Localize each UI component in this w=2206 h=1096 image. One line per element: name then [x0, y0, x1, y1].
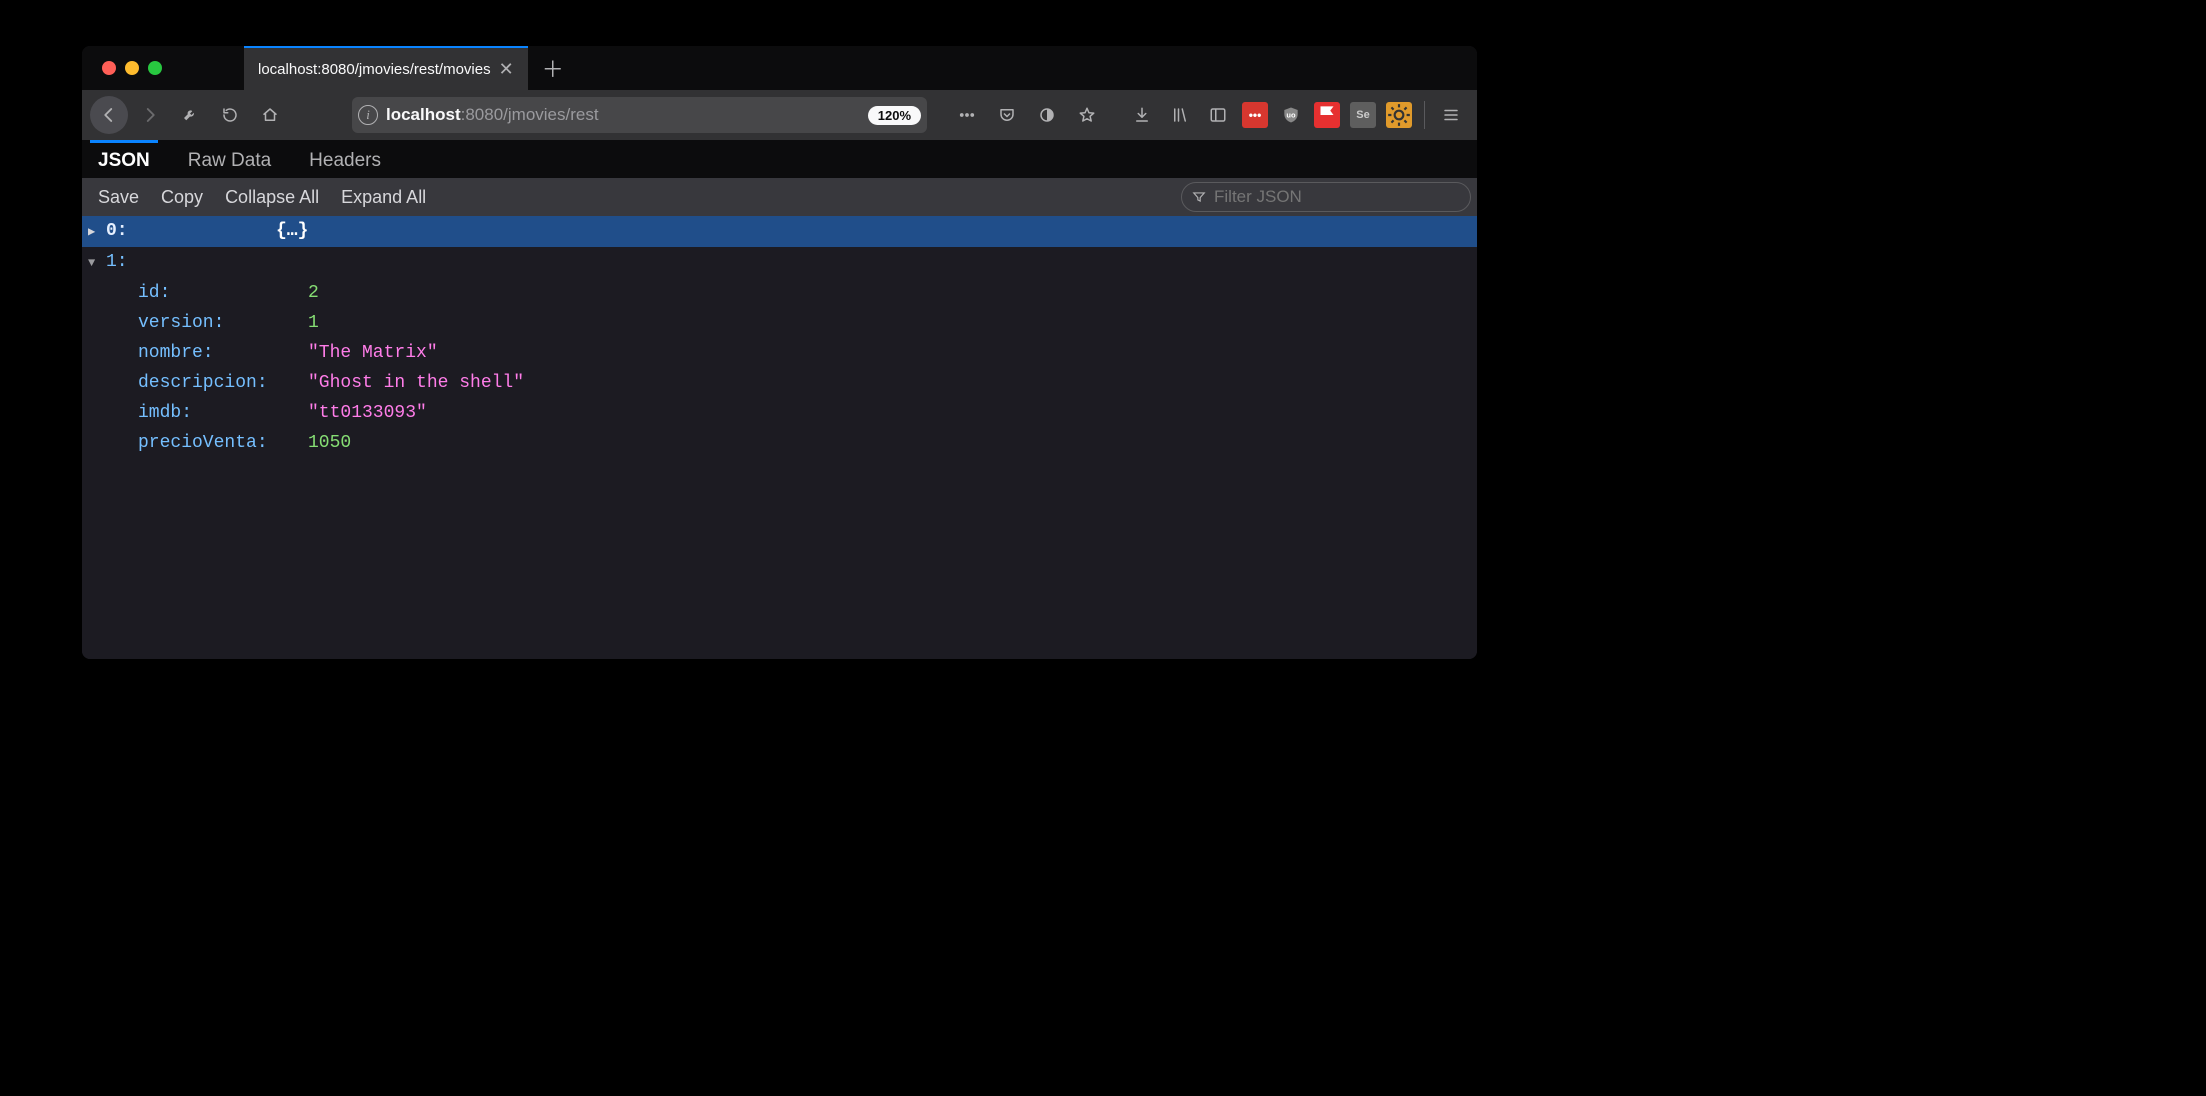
tree-row-prop[interactable]: id: 2: [82, 278, 1477, 308]
dev-button[interactable]: [172, 97, 208, 133]
menu-button[interactable]: [1433, 97, 1469, 133]
tab-json[interactable]: JSON: [90, 140, 158, 178]
window-controls: [82, 61, 182, 75]
expand-all-button[interactable]: Expand All: [331, 181, 436, 214]
new-tab-button[interactable]: ＋: [536, 51, 570, 85]
url-path: :8080/jmovies/rest: [461, 105, 599, 124]
tree-row-prop[interactable]: version: 1: [82, 308, 1477, 338]
tabstrip: localhost:8080/jmovies/rest/movies ✕ ＋: [82, 46, 1477, 90]
tree-row-prop[interactable]: descripcion: "Ghost in the shell": [82, 368, 1477, 398]
arrow-right-icon: [141, 106, 159, 124]
extension-selenium[interactable]: Se: [1350, 102, 1376, 128]
extension-ublock[interactable]: uo: [1278, 102, 1304, 128]
zoom-window-button[interactable]: [148, 61, 162, 75]
json-key: id:: [138, 278, 308, 308]
json-tree: ▶ 0: {…} ▼ 1: id: 2 version: 1 nombre: "…: [82, 216, 1477, 659]
back-button[interactable]: [90, 96, 128, 134]
forward-button[interactable]: [132, 97, 168, 133]
wrench-icon: [181, 106, 199, 124]
library-icon: [1171, 106, 1189, 124]
filter-json-box[interactable]: [1181, 182, 1471, 212]
page-actions-button[interactable]: [949, 97, 985, 133]
json-value-number: 2: [308, 278, 319, 308]
download-icon: [1133, 106, 1151, 124]
json-actionbar: Save Copy Collapse All Expand All: [82, 178, 1477, 216]
funnel-icon: [1192, 190, 1206, 204]
arrow-left-icon: [100, 106, 118, 124]
json-key: descripcion:: [138, 368, 308, 398]
json-value-number: 1: [308, 308, 319, 338]
close-window-button[interactable]: [102, 61, 116, 75]
svg-text:uo: uo: [1286, 111, 1296, 120]
shield-icon: uo: [1281, 104, 1301, 126]
circle-half-icon: [1038, 106, 1056, 124]
library-button[interactable]: [1162, 97, 1198, 133]
filter-json-input[interactable]: [1214, 187, 1456, 207]
json-value-string: "The Matrix": [308, 338, 438, 368]
extension-redflag[interactable]: [1314, 102, 1340, 128]
hamburger-icon: [1442, 106, 1460, 124]
collapse-icon[interactable]: ▼: [88, 248, 106, 278]
pocket-icon: [998, 106, 1016, 124]
flag-icon: [1314, 102, 1340, 128]
json-value-string: "tt0133093": [308, 398, 427, 428]
json-key: imdb:: [138, 398, 308, 428]
star-icon: [1078, 106, 1096, 124]
json-key: nombre:: [138, 338, 308, 368]
sidebar-icon: [1209, 106, 1227, 124]
reload-icon: [221, 106, 239, 124]
copy-button[interactable]: Copy: [151, 181, 213, 214]
bookmark-button[interactable]: [1069, 97, 1105, 133]
pocket-button[interactable]: [989, 97, 1025, 133]
minimize-window-button[interactable]: [125, 61, 139, 75]
browser-window: localhost:8080/jmovies/rest/movies ✕ ＋ i…: [82, 46, 1477, 659]
tab-raw-data[interactable]: Raw Data: [180, 140, 279, 178]
tree-row-prop[interactable]: precioVenta: 1050: [82, 428, 1477, 458]
json-key: 0:: [106, 216, 276, 246]
zoom-badge[interactable]: 120%: [868, 106, 921, 125]
url-text: localhost:8080/jmovies/rest: [386, 105, 860, 125]
url-host: localhost: [386, 105, 461, 124]
reload-button[interactable]: [212, 97, 248, 133]
tree-row-0[interactable]: ▶ 0: {…}: [82, 216, 1477, 247]
sidebar-button[interactable]: [1200, 97, 1236, 133]
url-bar[interactable]: i localhost:8080/jmovies/rest 120%: [352, 97, 927, 133]
json-value-number: 1050: [308, 428, 351, 458]
toolbar-divider: [1424, 101, 1425, 129]
tree-row-prop[interactable]: nombre: "The Matrix": [82, 338, 1477, 368]
json-key: version:: [138, 308, 308, 338]
json-viewer-tabs: JSON Raw Data Headers: [82, 140, 1477, 178]
json-key: precioVenta:: [138, 428, 308, 458]
toolbar-right: ••• uo Se: [1124, 97, 1469, 133]
tree-row-prop[interactable]: imdb: "tt0133093": [82, 398, 1477, 428]
gear-icon: [1386, 102, 1412, 128]
extension-lastpass[interactable]: •••: [1242, 102, 1268, 128]
screenshot-button[interactable]: [1029, 97, 1065, 133]
expand-icon[interactable]: ▶: [88, 217, 106, 247]
home-button[interactable]: [252, 97, 288, 133]
dots-icon: [958, 106, 976, 124]
json-collapsed-brace: {…}: [276, 216, 308, 246]
tree-row-1[interactable]: ▼ 1:: [82, 247, 1477, 278]
tab-headers[interactable]: Headers: [301, 140, 389, 178]
extension-sun[interactable]: [1386, 102, 1412, 128]
json-key: 1:: [106, 247, 276, 277]
tab-active[interactable]: localhost:8080/jmovies/rest/movies ✕: [244, 46, 528, 90]
downloads-button[interactable]: [1124, 97, 1160, 133]
tab-title: localhost:8080/jmovies/rest/movies: [258, 61, 491, 78]
json-value-string: "Ghost in the shell": [308, 368, 524, 398]
collapse-all-button[interactable]: Collapse All: [215, 181, 329, 214]
home-icon: [261, 106, 279, 124]
nav-toolbar: i localhost:8080/jmovies/rest 120%: [82, 90, 1477, 140]
close-tab-icon[interactable]: ✕: [499, 60, 514, 78]
save-button[interactable]: Save: [88, 181, 149, 214]
site-info-icon[interactable]: i: [358, 105, 378, 125]
